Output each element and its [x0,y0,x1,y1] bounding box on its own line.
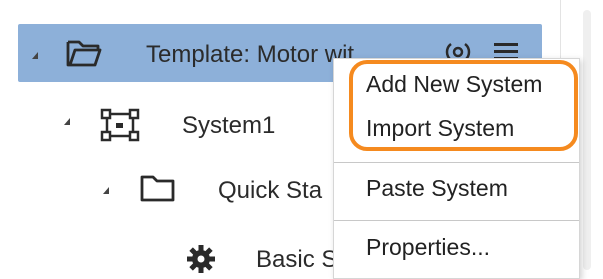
tree-item-label: System1 [182,112,276,139]
context-menu: Add New System Import System Paste Syste… [333,58,580,279]
tree-item-label: Quick Sta [218,177,323,204]
gear-icon [186,244,216,279]
expand-arrow-icon[interactable] [103,187,109,194]
menu-item-import-system[interactable]: Import System [366,115,514,142]
menu-item-add-new-system[interactable]: Add New System [366,71,542,98]
expand-arrow-icon[interactable] [32,52,38,59]
menu-divider [334,162,579,163]
menu-item-properties[interactable]: Properties... [366,234,490,261]
scrollbar-thumb[interactable] [583,10,591,270]
menu-divider [334,220,579,221]
expand-arrow-icon[interactable] [64,118,70,125]
menu-item-paste-system[interactable]: Paste System [366,175,508,202]
folder-icon [66,38,102,73]
folder-icon [140,173,176,208]
tree-item-label: Template: Motor wit [146,41,355,68]
system-icon [100,108,140,147]
